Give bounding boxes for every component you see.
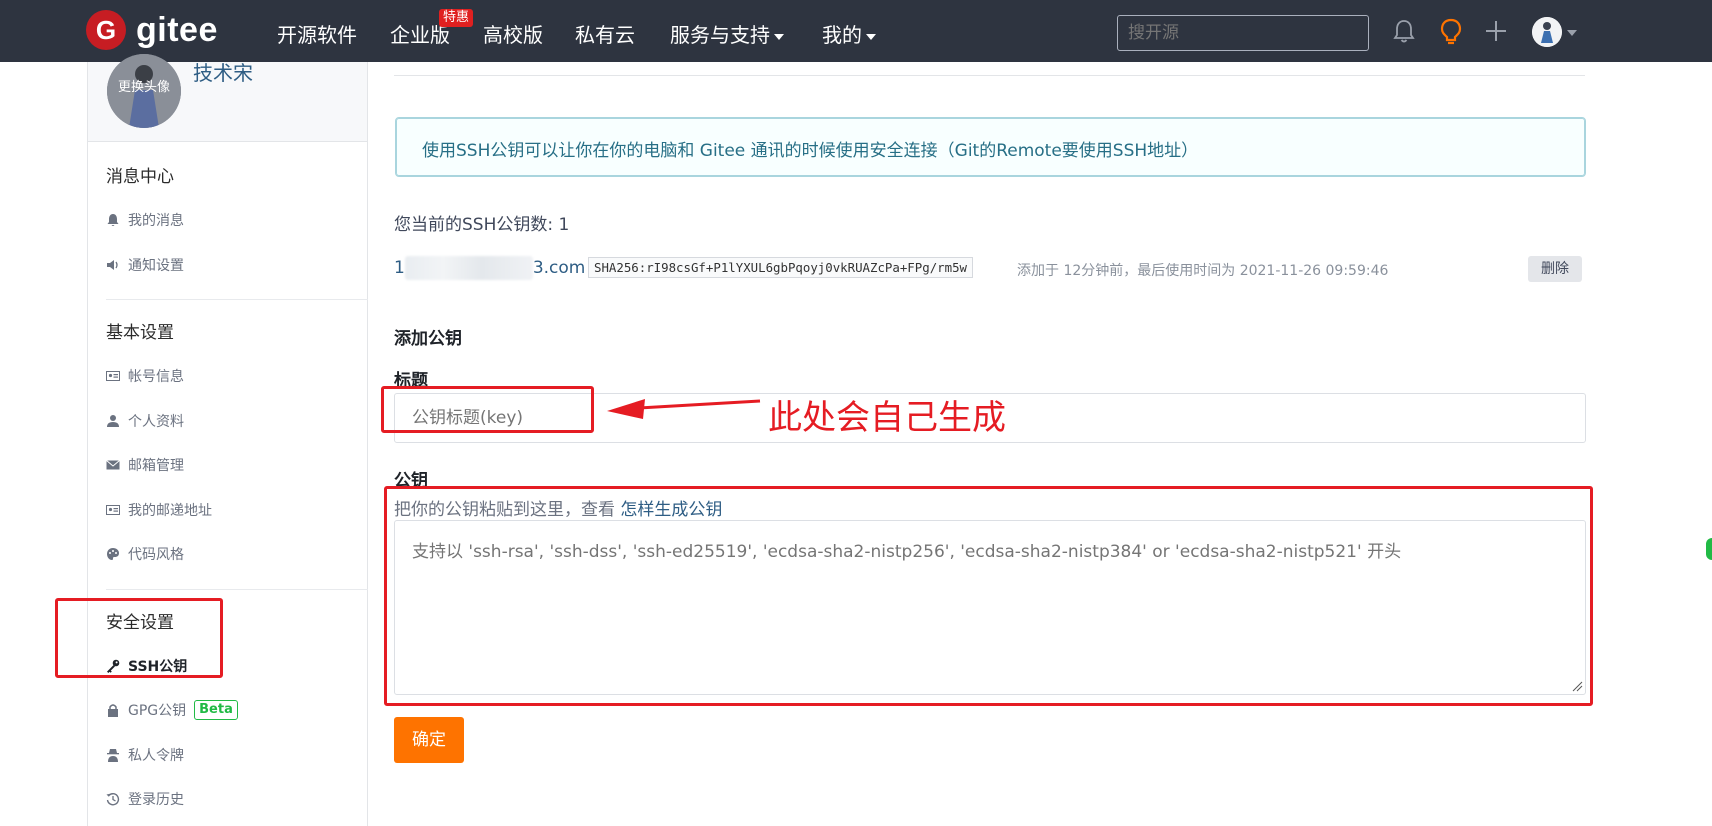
user-secret-icon — [107, 749, 119, 762]
lock-icon — [108, 704, 118, 717]
sidebar-item-label: 登录历史 — [128, 792, 184, 808]
annotation-box-title — [381, 386, 594, 433]
sidebar-item-account-info[interactable]: 帐号信息 — [106, 366, 184, 386]
search-input[interactable] — [1117, 15, 1369, 51]
ssh-key-row: 1 3.com SHA256:rI98csGf+P1lYXUL6gbPqoyj0v… — [394, 256, 1584, 282]
sidebar-item-label: 个人资料 — [128, 414, 184, 430]
gitee-logo[interactable]: G gitee — [86, 10, 218, 50]
ssh-key-email: 1 3.com — [394, 256, 585, 280]
sidebar-item-label: 我的消息 — [128, 213, 184, 229]
avatar-chevron-down-icon[interactable] — [1567, 30, 1577, 36]
sidebar-item-label: 私人令牌 — [128, 748, 184, 764]
address-card-icon — [106, 505, 120, 515]
profile-avatar[interactable]: 更换头像 — [107, 54, 181, 128]
floating-widget-edge[interactable] — [1706, 538, 1712, 560]
settings-sidebar: 更换头像 技术宋 消息中心 我的消息 通知设置 基本设置 帐号信息 个人资料 邮… — [87, 54, 368, 826]
plus-icon[interactable] — [1481, 16, 1511, 46]
sidebar-item-mailing-address[interactable]: 我的邮递地址 — [106, 500, 212, 520]
nav-open-source[interactable]: 开源软件 — [277, 19, 357, 48]
profile-card: 更换头像 技术宋 — [88, 54, 367, 142]
profile-username[interactable]: 技术宋 — [193, 57, 253, 86]
add-key-title: 添加公钥 — [394, 329, 462, 349]
ssh-key-fingerprint: SHA256:rI98csGf+P1lYXUL6gbPqoyj0vkRUAZcP… — [588, 257, 973, 278]
lightbulb-icon[interactable] — [1436, 16, 1466, 46]
sidebar-item-profile[interactable]: 个人资料 — [106, 411, 184, 431]
sidebar-item-my-messages[interactable]: 我的消息 — [106, 210, 184, 230]
nav-private-cloud[interactable]: 私有云 — [575, 19, 635, 48]
sidebar-item-label: GPG公钥 — [128, 703, 187, 719]
chevron-down-icon — [774, 33, 784, 40]
sidebar-item-label: 通知设置 — [128, 258, 184, 274]
gitee-logo-icon: G — [86, 10, 126, 50]
palette-icon — [107, 548, 119, 560]
top-navbar: G gitee 开源软件 企业版 特惠 高校版 私有云 服务与支持 我的 — [0, 0, 1712, 62]
redacted-blur — [404, 256, 533, 280]
ssh-key-meta: 添加于 12分钟前，最后使用时间为 2021-11-26 09:59:46 — [1017, 263, 1389, 279]
change-avatar-label: 更换头像 — [117, 80, 170, 95]
bell-icon — [107, 214, 119, 226]
beta-badge: Beta — [194, 700, 238, 720]
annotation-arrow-icon — [607, 399, 761, 419]
nav-services[interactable]: 服务与支持 — [670, 19, 784, 48]
gitee-logo-text: gitee — [136, 10, 218, 49]
chevron-down-icon — [866, 33, 876, 40]
nav-mine[interactable]: 我的 — [822, 19, 876, 48]
envelope-icon — [106, 460, 120, 470]
ssh-info-message: 使用SSH公钥可以让你在你的电脑和 Gitee 通讯的时候使用安全连接（Git的… — [395, 117, 1586, 177]
sidebar-divider — [106, 299, 368, 300]
sidebar-item-email[interactable]: 邮箱管理 — [106, 455, 184, 475]
sidebar-item-code-style[interactable]: 代码风格 — [106, 544, 184, 564]
nav-services-label: 服务与支持 — [670, 23, 770, 47]
annotation-box-key — [384, 486, 1593, 706]
sidebar-item-gpg-keys[interactable]: GPG公钥 Beta — [106, 700, 238, 720]
user-avatar[interactable] — [1532, 17, 1562, 47]
sidebar-item-label: 邮箱管理 — [128, 458, 184, 474]
annotation-text: 此处会自己生成 — [768, 398, 1006, 438]
sidebar-item-login-history[interactable]: 登录历史 — [106, 789, 184, 809]
nav-education[interactable]: 高校版 — [483, 19, 543, 48]
sidebar-item-label: 代码风格 — [128, 547, 184, 563]
sidebar-item-notification-settings[interactable]: 通知设置 — [106, 255, 184, 275]
user-icon — [107, 415, 119, 427]
section-title-basic: 基本设置 — [106, 323, 174, 343]
history-icon — [106, 793, 120, 806]
ssh-key-email-suffix: 3.com — [532, 258, 586, 278]
ssh-key-email-prefix: 1 — [394, 258, 405, 278]
sidebar-divider — [106, 589, 368, 590]
ssh-key-count: 您当前的SSH公钥数: 1 — [394, 215, 570, 235]
bell-icon[interactable] — [1389, 16, 1419, 46]
sidebar-item-label: 我的邮递地址 — [128, 503, 212, 519]
avatar-figure-icon — [1532, 17, 1562, 47]
submit-key-button[interactable]: 确定 — [394, 717, 464, 763]
heading-divider — [394, 75, 1585, 76]
section-title-messages: 消息中心 — [106, 167, 174, 187]
hot-badge: 特惠 — [439, 9, 474, 27]
sidebar-item-private-tokens[interactable]: 私人令牌 — [106, 745, 184, 765]
sidebar-item-label: 帐号信息 — [128, 369, 184, 385]
speaker-icon — [107, 260, 118, 270]
delete-key-button[interactable]: 删除 — [1528, 256, 1582, 282]
id-card-icon — [106, 371, 120, 381]
nav-mine-label: 我的 — [822, 23, 862, 47]
annotation-box-sidebar — [55, 598, 223, 678]
